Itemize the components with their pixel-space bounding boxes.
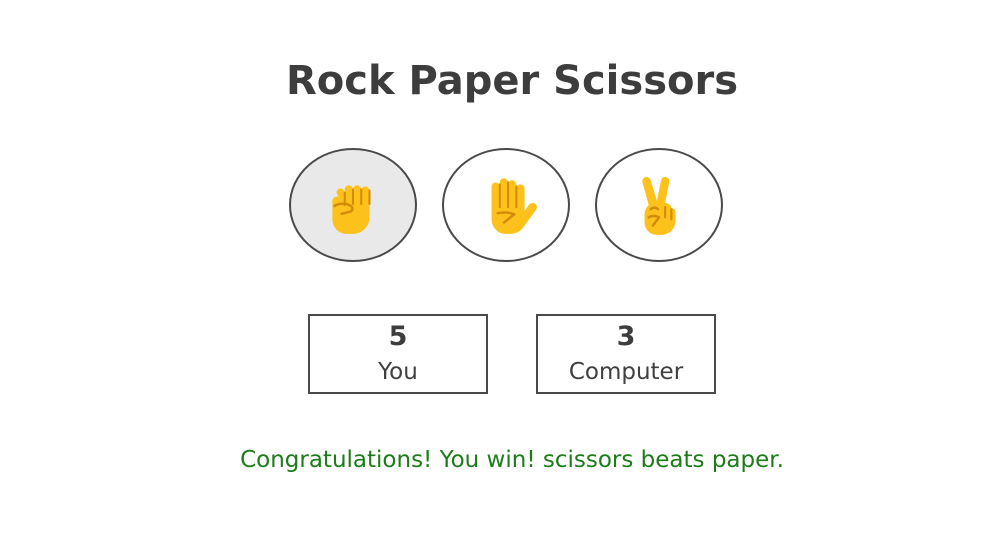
paper-button[interactable] bbox=[442, 148, 570, 262]
computer-score-box: 3 Computer bbox=[536, 314, 716, 394]
rock-button[interactable] bbox=[289, 148, 417, 262]
raised-fist-icon bbox=[332, 185, 371, 234]
computer-score-label: Computer bbox=[568, 359, 684, 385]
page-title: Rock Paper Scissors bbox=[285, 58, 739, 104]
scoreboard: 5 You 3 Computer bbox=[308, 314, 716, 394]
user-score-label: You bbox=[378, 359, 418, 385]
scissors-button[interactable] bbox=[595, 148, 723, 262]
computer-score-value: 3 bbox=[616, 321, 636, 352]
raised-hand-icon bbox=[491, 178, 537, 234]
victory-hand-icon bbox=[642, 176, 676, 235]
user-score-value: 5 bbox=[388, 321, 408, 352]
choice-buttons bbox=[289, 148, 723, 262]
user-score-box: 5 You bbox=[308, 314, 488, 394]
result-message: Congratulations! You win! scissors beats… bbox=[240, 447, 784, 473]
